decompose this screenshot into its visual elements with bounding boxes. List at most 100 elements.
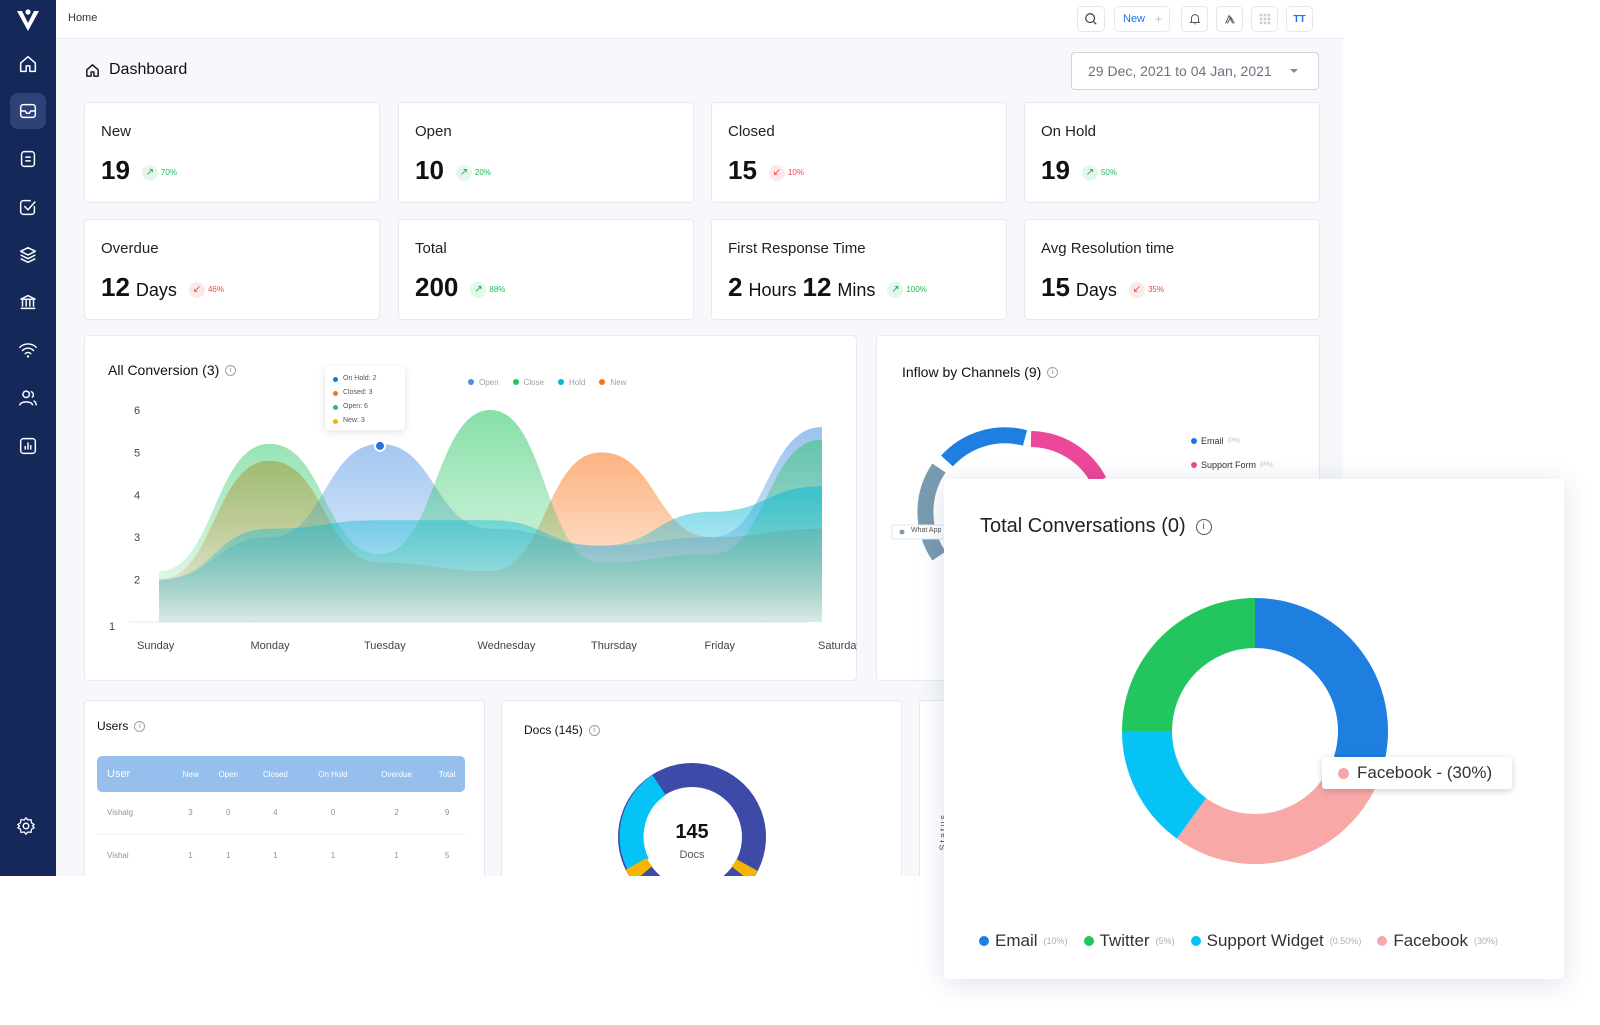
date-range-picker[interactable]: 29 Dec, 2021 to 04 Jan, 2021 [1071, 52, 1319, 90]
column-header[interactable]: Overdue [364, 756, 430, 792]
column-header[interactable]: On Hold [301, 756, 365, 792]
legend-percent: (0.50%) [1329, 936, 1362, 946]
trend-badge: ↙ 46% [188, 281, 224, 298]
stat-label: On Hold [1041, 123, 1097, 140]
tooltip-dot [333, 418, 338, 424]
trend-badge: ↙ 10% [768, 164, 804, 181]
stat-card-on-hold[interactable]: On Hold 19 ↗ 50% [1024, 102, 1320, 203]
stat-card-closed[interactable]: Closed 15 ↙ 10% [711, 102, 1007, 203]
stat-value: 15 Days ↙ 35% [1041, 272, 1164, 303]
sidebar-item-users[interactable] [10, 380, 46, 416]
signal-button[interactable] [1216, 6, 1243, 32]
stat-card-new[interactable]: New 19 ↗ 70% [84, 102, 380, 203]
apps-grid-button[interactable] [1251, 6, 1278, 32]
users-title: Users i [97, 719, 146, 733]
column-header[interactable]: Total [429, 756, 465, 792]
brand-logo-icon[interactable] [14, 6, 42, 34]
stat-number: 12 [101, 272, 130, 302]
stat-label: Overdue [101, 240, 159, 257]
sidebar-item-home[interactable] [10, 46, 46, 82]
stat-value: 19 ↗ 70% [101, 155, 177, 186]
tooltip-text: On Hold: 2 [343, 375, 377, 382]
column-header[interactable]: Open [207, 756, 249, 792]
sidebar-item-inbox[interactable] [10, 93, 46, 129]
docs-label: Docs [679, 849, 705, 861]
trend-percent: 10% [787, 168, 804, 177]
stat-card-avg-resolution-time[interactable]: Avg Resolution time 15 Days ↙ 35% [1024, 219, 1320, 320]
table-cell: 9 [429, 792, 465, 835]
total-conversations-donut [1122, 598, 1388, 864]
stat-card-total[interactable]: Total 200 ↗ 88% [398, 219, 694, 320]
legend-dot [1377, 936, 1388, 946]
inflow-legend: Email (0%) Support Form (0%) [1191, 436, 1273, 484]
inflow-legend-item[interactable]: Email (0%) [1191, 436, 1273, 446]
stat-value: 19 ↗ 50% [1041, 155, 1117, 186]
y-tick-label: 6 [134, 405, 140, 417]
stat-card-first-response-time[interactable]: First Response Time 2 Hours 12 Mins ↗ 100% [711, 219, 1007, 320]
users-card: Users i User New Open Closed On Hold Overdue T… [84, 700, 485, 876]
stat-card-overdue[interactable]: Overdue 12 Days ↙ 46% [84, 219, 380, 320]
donut-segment-support-widget[interactable] [1122, 730, 1207, 839]
notifications-button[interactable] [1181, 6, 1208, 32]
sidebar-item-tasks[interactable] [10, 189, 46, 225]
sidebar-item-wifi[interactable] [10, 332, 46, 368]
users-table: User New Open Closed On Hold Overdue Total Vis… [97, 756, 465, 876]
all-conversion-chart: 1 2 3 4 5 6 Sunday Monday Tuesday Wednesday Thursd… [109, 405, 857, 652]
docs-card: Docs (145) i 145 Docs [501, 700, 902, 876]
info-icon[interactable]: i [588, 724, 600, 736]
chart-tooltip: On Hold: 2 Closed: 3 Open: 6 New: 3 [325, 366, 405, 430]
inflow-legend-item[interactable]: Support Form (0%) [1191, 460, 1273, 470]
breadcrumb[interactable]: Home [68, 12, 97, 24]
bell-icon [1188, 14, 1201, 25]
tooltip-text: New: 3 [343, 417, 365, 424]
stat-number: 19 [101, 155, 130, 185]
new-button-label: New [1123, 13, 1146, 25]
sidebar-item-settings[interactable] [8, 808, 44, 844]
stat-card-open[interactable]: Open 10 ↗ 20% [398, 102, 694, 203]
x-tick-label: Thursday [591, 640, 637, 652]
table-cell: 4 [248, 792, 302, 835]
stat-label: Avg Resolution time [1041, 240, 1175, 257]
table-row[interactable]: Vishalg 3 0 4 0 2 9 [97, 792, 465, 835]
info-icon[interactable]: i [134, 720, 146, 732]
sidebar-item-bank[interactable] [10, 284, 46, 320]
y-tick-label: 4 [134, 490, 140, 502]
legend-item-facebook[interactable]: Facebook (30%) [1377, 931, 1498, 951]
stat-value: 2 Hours 12 Mins ↗ 100% [728, 272, 927, 303]
sidebar-item-documents[interactable] [10, 141, 46, 177]
document-icon [20, 150, 36, 168]
column-header[interactable]: New [173, 756, 208, 792]
column-header[interactable]: Closed [248, 756, 302, 792]
avatar[interactable]: TT [1286, 6, 1313, 32]
tooltip-dot [333, 390, 338, 396]
sidebar-item-layers[interactable] [10, 237, 46, 273]
docs-ring-segment-yellow [625, 857, 653, 876]
sidebar-item-reports[interactable] [10, 428, 46, 464]
layers-icon [19, 246, 37, 264]
legend-item-twitter[interactable]: Twitter (5%) [1083, 931, 1175, 951]
total-conversations-panel: Total Conversations (0) i Facebook - (30… [944, 479, 1564, 979]
table-row[interactable]: Vishal 1 1 1 1 1 5 [97, 834, 465, 876]
donut-segment-twitter[interactable] [1122, 598, 1256, 732]
inflow-side-label-dot [899, 529, 905, 535]
bar-chart-icon [19, 437, 37, 455]
donut-segment-email[interactable] [1254, 598, 1388, 773]
hover-point[interactable] [374, 439, 386, 452]
stat-unit-secondary: Mins [837, 280, 876, 300]
users-table-header: User New Open Closed On Hold Overdue Total [97, 756, 465, 792]
search-button[interactable] [1077, 6, 1105, 32]
legend-dot [979, 936, 989, 946]
legend-percent: (5%) [1155, 936, 1175, 946]
legend-item-support-widget[interactable]: Support Widget (0.50%) [1190, 931, 1362, 951]
stat-unit: Hours [748, 280, 797, 300]
trend-percent: 20% [474, 168, 491, 177]
legend-dot [1190, 936, 1201, 946]
arrow-up-right-icon: ↗ [470, 281, 487, 298]
arrow-down-left-icon: ↙ [1128, 281, 1145, 298]
legend-percent: (0%) [1260, 462, 1273, 468]
new-button[interactable]: New + [1114, 6, 1170, 32]
column-header[interactable]: User [97, 756, 174, 792]
trend-percent: 100% [906, 285, 927, 294]
trend-percent: 70% [160, 168, 177, 177]
legend-item-email[interactable]: Email (10%) [979, 931, 1068, 951]
